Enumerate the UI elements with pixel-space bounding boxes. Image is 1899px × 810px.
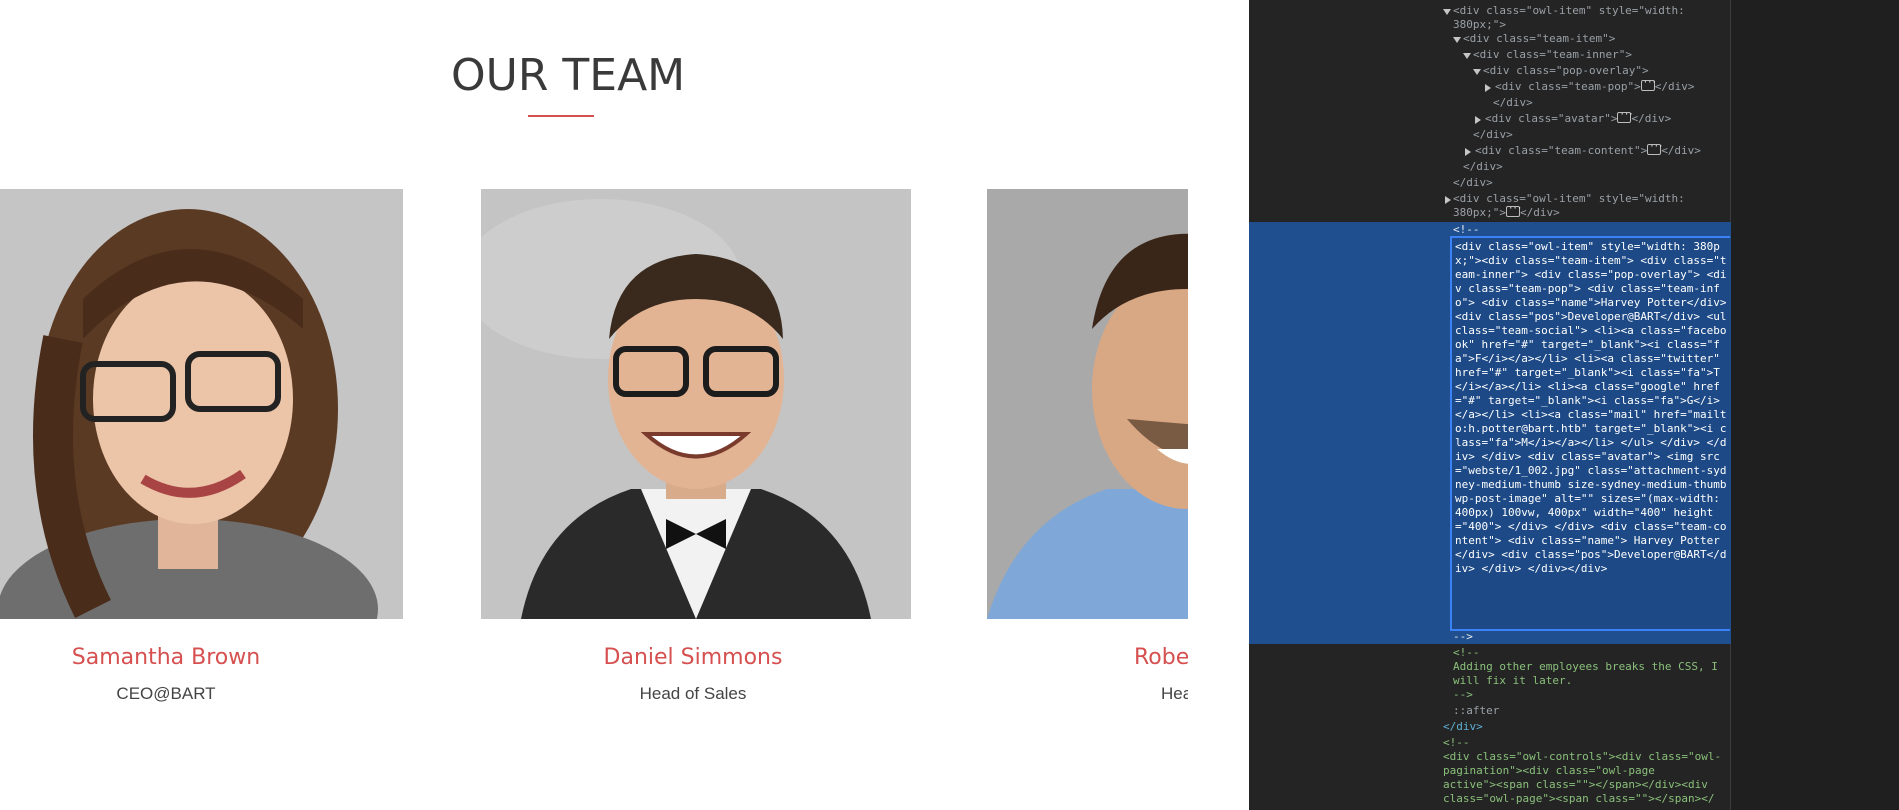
- dom-node-line[interactable]: <div class="team-pop"> </div>: [1495, 76, 1695, 94]
- dom-node-line[interactable]: </div>: [1443, 720, 1483, 734]
- comment-line[interactable]: <!--: [1443, 736, 1470, 750]
- expand-arrow-icon[interactable]: [1473, 69, 1481, 75]
- member-name: Robe: [1134, 645, 1188, 670]
- comment-line[interactable]: pagination"><div class="owl-page: [1443, 764, 1655, 778]
- ellipsis-icon[interactable]: [1647, 140, 1662, 155]
- dom-node-line[interactable]: <div class="pop-overlay">: [1483, 64, 1649, 78]
- expand-arrow-icon[interactable]: [1463, 53, 1471, 59]
- ellipsis-icon[interactable]: [1640, 76, 1656, 91]
- collapse-arrow-icon[interactable]: [1485, 84, 1491, 92]
- dom-node-line[interactable]: <div class="team-item">: [1463, 32, 1615, 46]
- dom-node-open-tag: <div class="avatar">: [1485, 112, 1618, 125]
- comment-line[interactable]: active"><span class=""></span></div><div: [1443, 778, 1708, 792]
- member-avatar-photo[interactable]: [481, 189, 911, 619]
- selected-comment-text[interactable]: <div class="owl-item" style="width: 380p…: [1455, 240, 1727, 576]
- expand-arrow-icon[interactable]: [1443, 9, 1451, 15]
- dom-node-line[interactable]: <div class="owl-item" style="width:: [1453, 4, 1685, 18]
- dom-node-line[interactable]: </div>: [1473, 128, 1513, 142]
- website-page: OUR TEAM Samantha Brown CEO@BART Daniel …: [0, 0, 1249, 810]
- dom-node-line[interactable]: 380px;"> </div>: [1453, 202, 1560, 220]
- member-position: Hea: [1161, 684, 1188, 703]
- comment-line[interactable]: -->: [1453, 688, 1473, 702]
- devtools-elements-panel[interactable]: <div class="owl-item" style="width: 380p…: [1249, 0, 1899, 810]
- comment-line[interactable]: <div class="owl-controls"><div class="ow…: [1443, 750, 1721, 764]
- ellipsis-icon[interactable]: [1505, 202, 1521, 217]
- dom-node-line[interactable]: 380px;">: [1453, 18, 1506, 32]
- section-title: OUR TEAM: [451, 50, 686, 101]
- dom-node-line[interactable]: </div>: [1463, 160, 1503, 174]
- title-divider: [528, 115, 594, 117]
- comment-line[interactable]: class="owl-page"><span class=""></span><…: [1443, 792, 1715, 806]
- dom-node-close-tag: </div>: [1661, 144, 1701, 157]
- dom-node-line[interactable]: <div class="team-inner">: [1473, 48, 1632, 62]
- dom-node-open-tag: 380px;">: [1453, 206, 1506, 219]
- dom-node-close-tag: </div>: [1631, 112, 1672, 125]
- member-avatar-photo[interactable]: [987, 189, 1188, 619]
- devtools-side-pane: [1731, 0, 1899, 810]
- dom-node-line[interactable]: </div>: [1493, 96, 1533, 110]
- pseudo-element-line[interactable]: ::after: [1453, 704, 1499, 718]
- comment-open[interactable]: <!--: [1453, 223, 1480, 237]
- member-position: Head of Sales: [639, 684, 747, 703]
- dom-node-close-tag: </div>: [1519, 206, 1560, 219]
- dom-node-line[interactable]: <div class="owl-item" style="width:: [1453, 192, 1685, 206]
- team-member-card[interactable]: Robe Hea: [987, 189, 1188, 749]
- comment-line[interactable]: will fix it later.: [1453, 674, 1572, 688]
- member-position: CEO@BART: [116, 684, 216, 703]
- ellipsis-icon[interactable]: [1617, 108, 1633, 123]
- collapse-arrow-icon[interactable]: [1465, 148, 1471, 156]
- comment-line[interactable]: <!--: [1453, 646, 1480, 660]
- expand-arrow-icon[interactable]: [1453, 37, 1461, 43]
- dom-node-line[interactable]: <div class="avatar"> </div>: [1485, 108, 1672, 126]
- member-name: Samantha Brown: [71, 645, 261, 670]
- team-member-card[interactable]: Samantha Brown CEO@BART: [0, 189, 403, 749]
- dom-node-line[interactable]: </div>: [1453, 176, 1493, 190]
- member-avatar-photo[interactable]: [0, 189, 403, 619]
- comment-close[interactable]: -->: [1453, 630, 1473, 644]
- collapse-arrow-icon[interactable]: [1475, 116, 1481, 124]
- dom-node-line[interactable]: <div class="team-content"> </div>: [1475, 140, 1701, 158]
- comment-line[interactable]: Adding other employees breaks the CSS, I: [1453, 660, 1718, 674]
- dom-node-open-tag: <div class="team-pop">: [1495, 80, 1641, 93]
- team-carousel[interactable]: Samantha Brown CEO@BART Daniel Simmons H…: [0, 189, 1188, 749]
- team-member-card[interactable]: Daniel Simmons Head of Sales: [481, 189, 911, 749]
- dom-node-open-tag: <div class="team-content">: [1475, 144, 1648, 157]
- member-name: Daniel Simmons: [603, 645, 783, 670]
- collapse-arrow-icon[interactable]: [1445, 196, 1451, 204]
- dom-node-close-tag: </div>: [1654, 80, 1695, 93]
